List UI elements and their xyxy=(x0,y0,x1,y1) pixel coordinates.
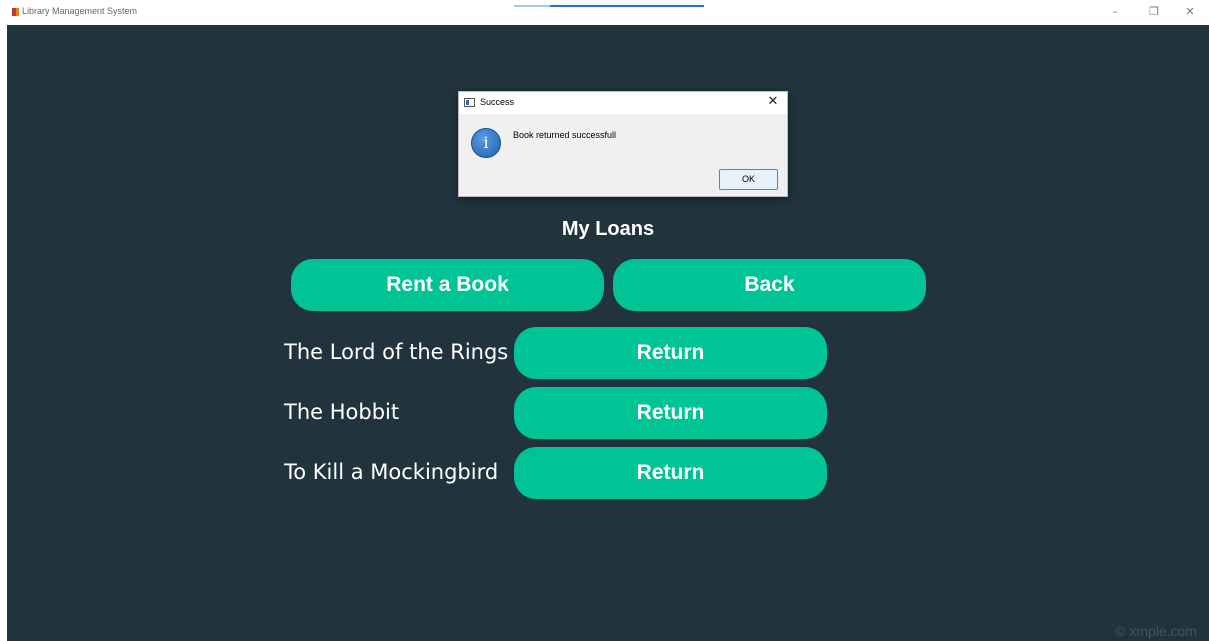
loan-title: The Hobbit xyxy=(284,400,400,424)
ok-button[interactable]: OK xyxy=(719,169,778,190)
back-button[interactable]: Back xyxy=(613,259,926,311)
info-icon: i xyxy=(471,128,501,158)
return-button[interactable]: Return xyxy=(514,327,827,379)
dialog-window-icon xyxy=(464,98,475,107)
dialog-message: Book returned successfull xyxy=(513,130,617,140)
maximize-button[interactable]: ❐ xyxy=(1141,4,1167,20)
watermark: © xmple.com xyxy=(1115,623,1197,639)
titlebar-accent-left xyxy=(514,5,550,7)
minimize-button[interactable]: – xyxy=(1102,4,1128,20)
window-title: Library Management System xyxy=(22,6,138,16)
window-close-button[interactable]: ✕ xyxy=(1177,4,1203,20)
loan-title: The Lord of the Rings xyxy=(284,340,509,364)
return-button[interactable]: Return xyxy=(514,387,827,439)
return-button[interactable]: Return xyxy=(514,447,827,499)
dialog-title: Success xyxy=(480,97,515,107)
success-dialog: Success ✕ i Book returned successfull OK xyxy=(458,91,788,197)
window-titlebar: Library Management System – ❐ ✕ xyxy=(0,0,1209,25)
loan-title: To Kill a Mockingbird xyxy=(284,460,499,484)
app-book-icon xyxy=(12,8,19,16)
rent-book-button[interactable]: Rent a Book xyxy=(291,259,604,311)
dialog-titlebar: Success ✕ xyxy=(459,92,787,114)
dialog-close-icon[interactable]: ✕ xyxy=(765,94,781,110)
titlebar-accent-right xyxy=(550,5,704,7)
page-title: My Loans xyxy=(561,218,655,240)
